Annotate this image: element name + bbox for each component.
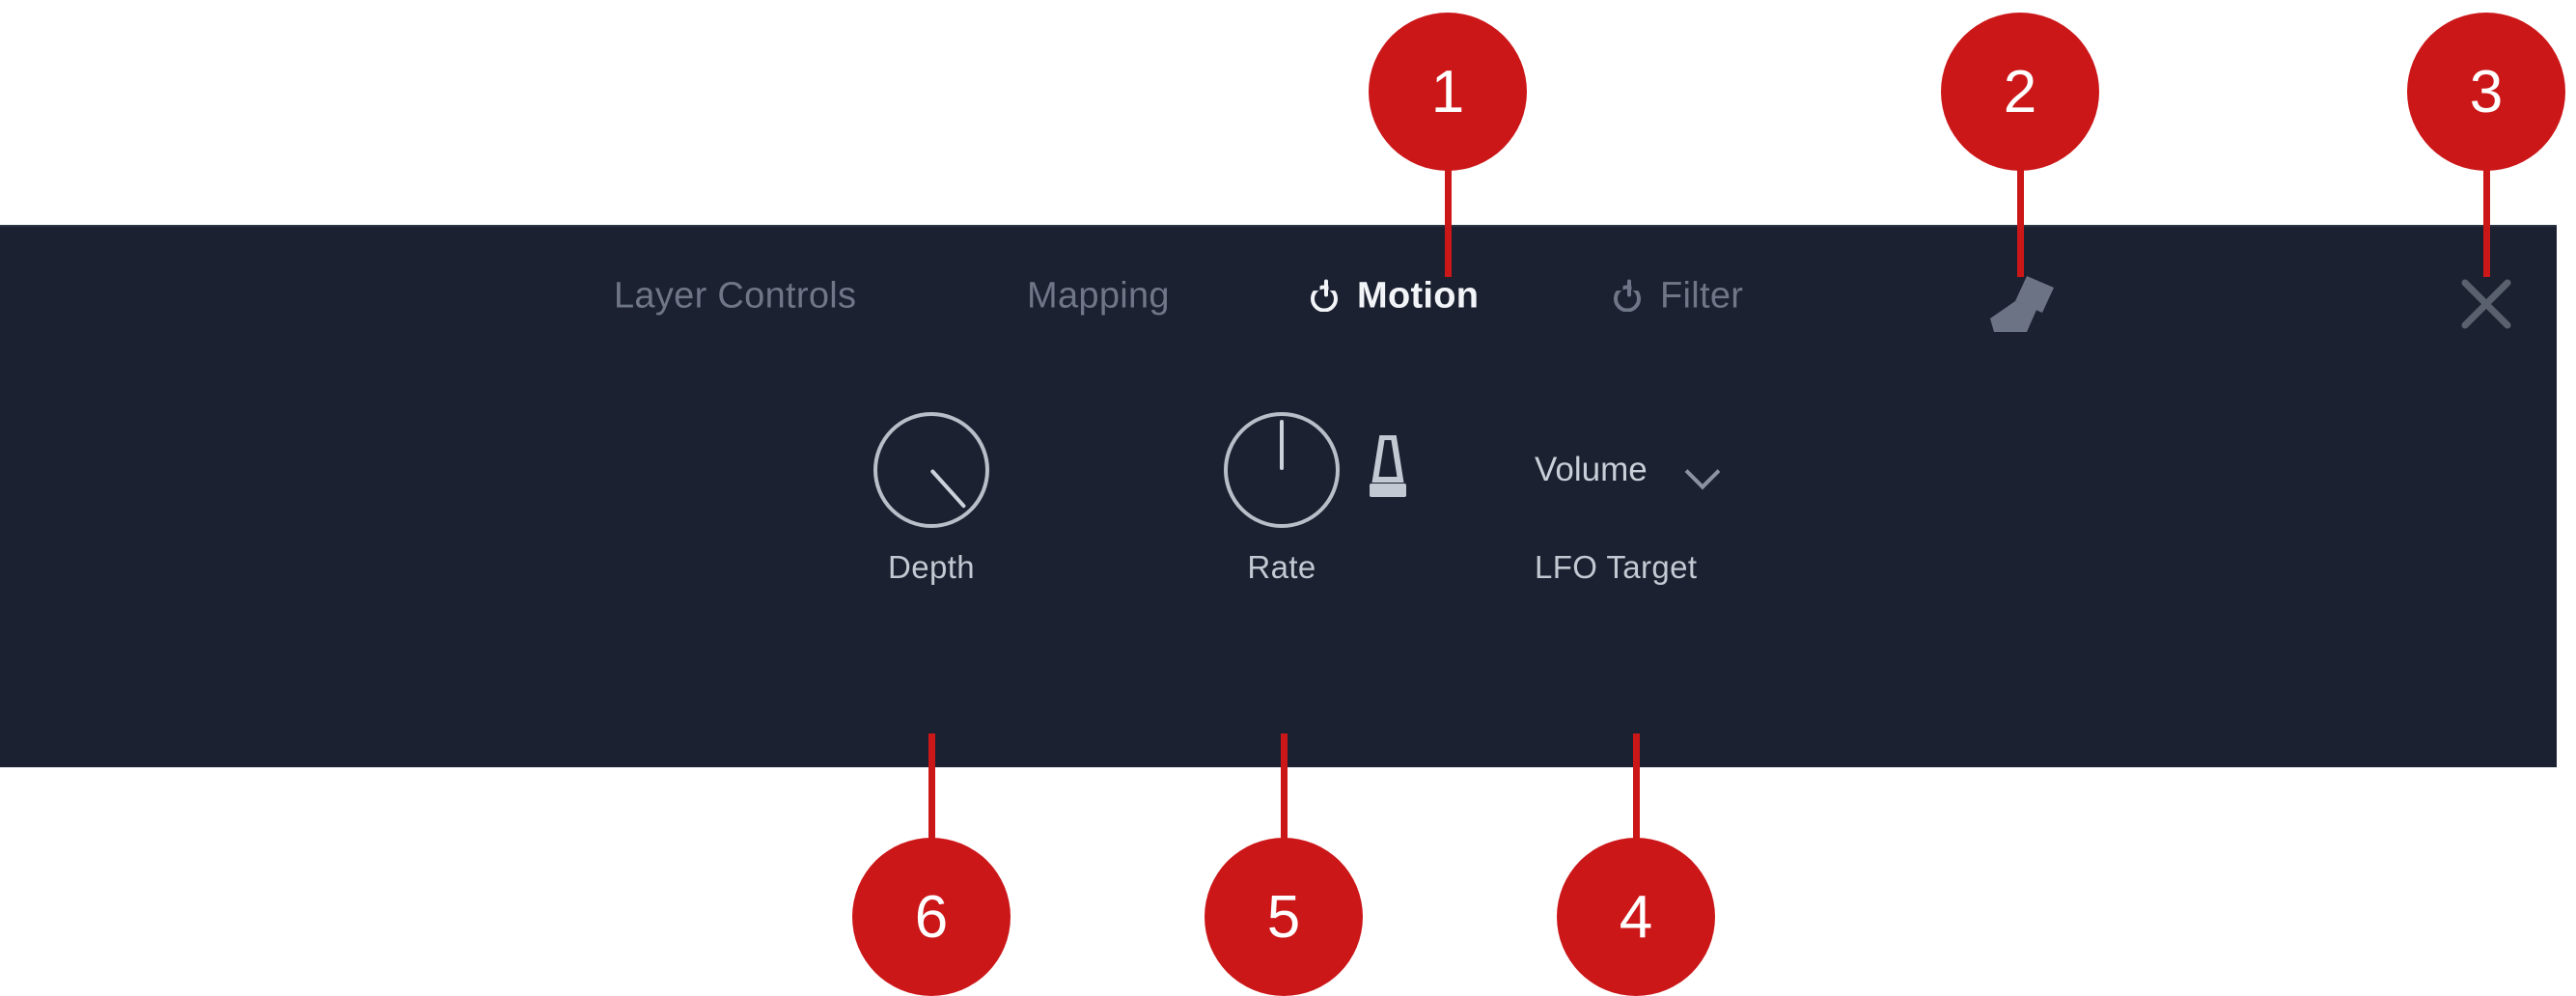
tab-motion-label: Motion xyxy=(1357,275,1480,317)
tab-mapping-label: Mapping xyxy=(1027,275,1170,317)
lfo-target-value: Volume xyxy=(1535,451,1648,488)
callout-badge-3: 3 xyxy=(2407,13,2565,171)
callout-stem xyxy=(2017,169,2024,277)
tab-mapping[interactable]: Mapping xyxy=(1027,276,1170,318)
depth-control: Depth xyxy=(873,412,989,586)
rate-label: Rate xyxy=(1247,549,1316,585)
metronome-icon[interactable] xyxy=(1366,434,1410,499)
callout-badge-4: 4 xyxy=(1557,838,1715,996)
callout-stem xyxy=(1281,733,1288,849)
lfo-target-label: LFO Target xyxy=(1535,549,1698,585)
lfo-target-control: Volume LFO Target xyxy=(1535,412,1719,586)
rate-control: Rate xyxy=(1224,412,1340,586)
callout-badge-5: 5 xyxy=(1205,838,1363,996)
callout-badge-1: 1 xyxy=(1369,13,1527,171)
callout-badge-6: 6 xyxy=(852,838,1011,996)
depth-knob[interactable] xyxy=(873,412,989,528)
tab-motion[interactable]: Motion xyxy=(1309,276,1479,318)
eraser-icon[interactable] xyxy=(1979,270,2071,338)
tab-layer-controls-label: Layer Controls xyxy=(614,275,857,317)
motion-panel: Layer Controls Mapping Motion Filter Dep… xyxy=(0,225,2557,767)
callout-badge-2: 2 xyxy=(1941,13,2099,171)
callout-stem xyxy=(2483,169,2490,277)
callout-stem xyxy=(928,733,935,849)
callout-stem xyxy=(1633,733,1640,849)
rate-knob-pointer xyxy=(1280,420,1284,470)
power-icon[interactable] xyxy=(1612,279,1647,314)
chevron-down-icon[interactable] xyxy=(1686,454,1719,486)
tab-filter[interactable]: Filter xyxy=(1612,276,1743,318)
rate-knob[interactable] xyxy=(1224,412,1340,528)
callout-stem xyxy=(1445,169,1452,277)
power-icon[interactable] xyxy=(1309,279,1343,314)
panel-controls-row: Depth Rate Volume LFO Target xyxy=(0,372,2557,769)
tab-filter-label: Filter xyxy=(1660,275,1744,317)
lfo-target-dropdown[interactable]: Volume xyxy=(1535,412,1719,528)
close-icon[interactable] xyxy=(2450,267,2523,341)
depth-label: Depth xyxy=(887,549,976,585)
tab-layer-controls[interactable]: Layer Controls xyxy=(614,276,856,318)
panel-tab-row: Layer Controls Mapping Motion Filter xyxy=(0,227,2557,372)
